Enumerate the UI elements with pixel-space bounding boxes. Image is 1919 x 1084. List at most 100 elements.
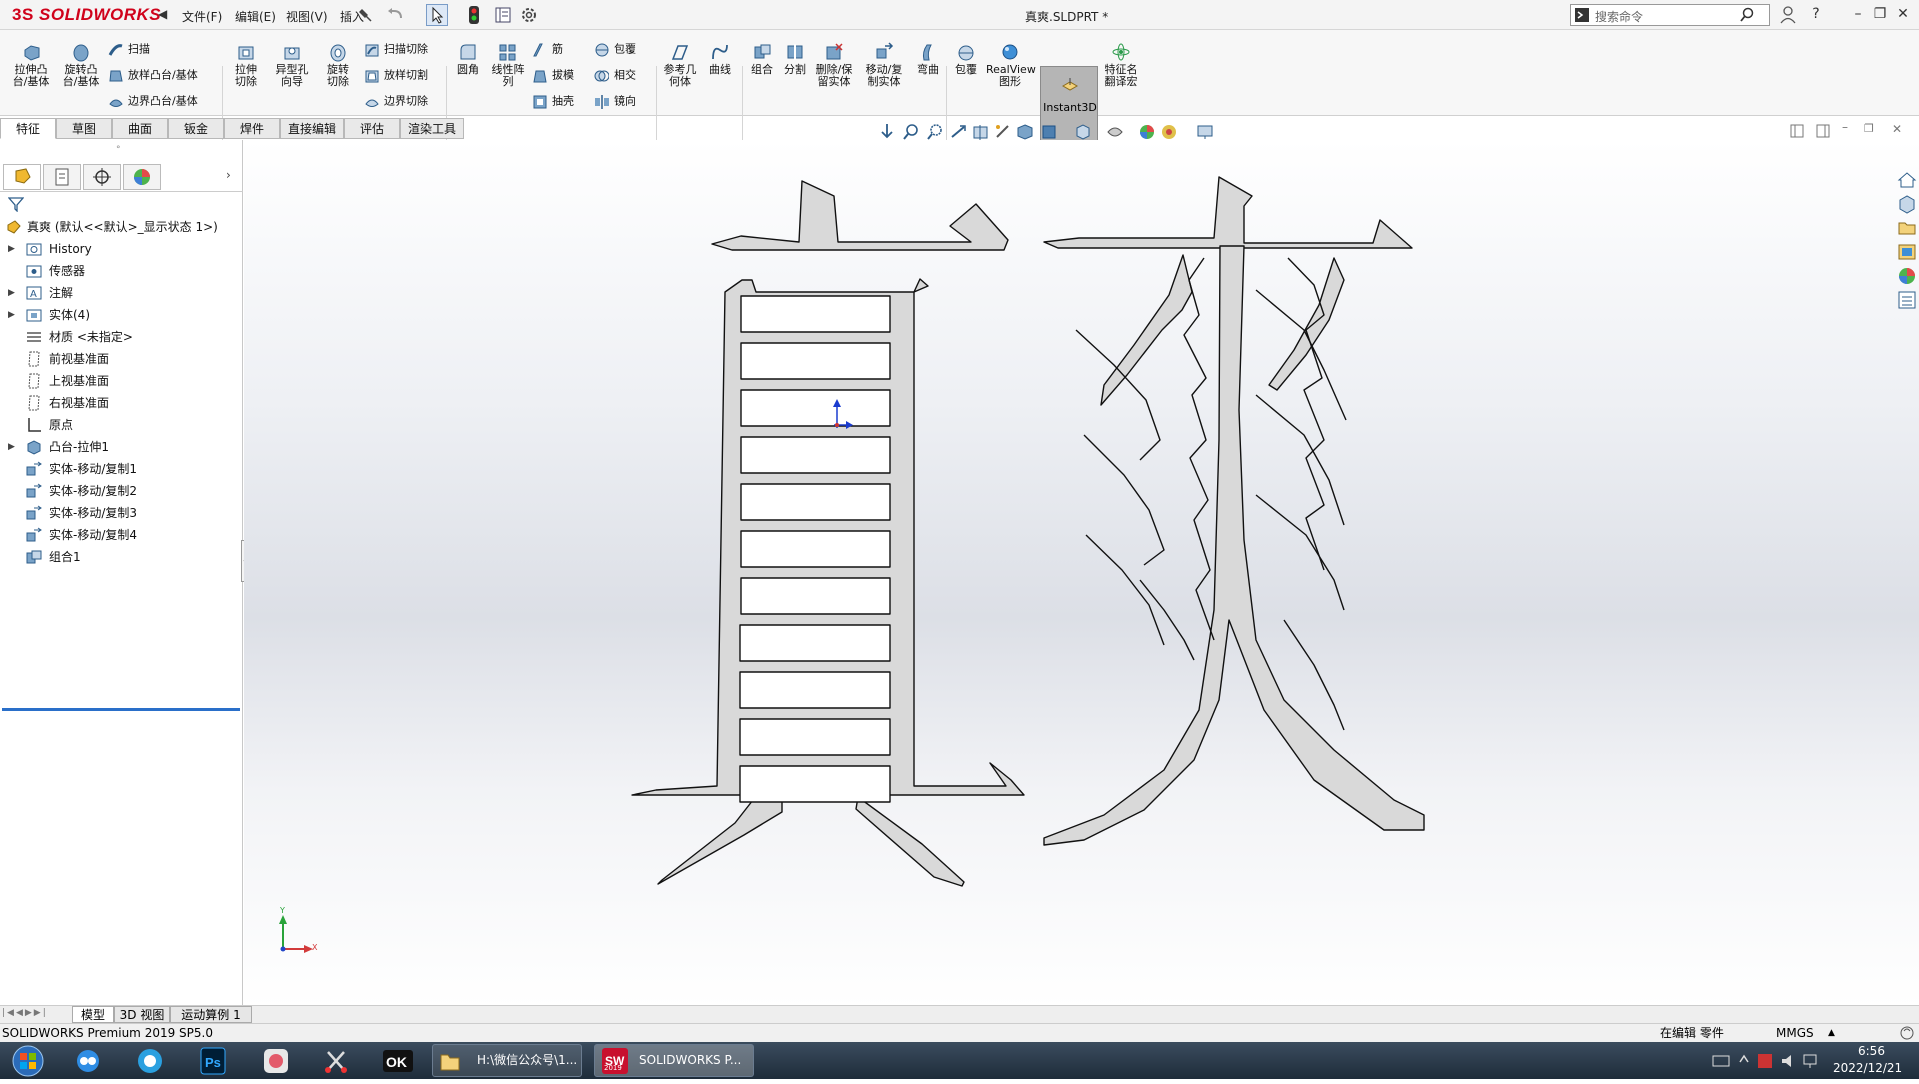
swept-cut-button[interactable]: 扫描切除 [364,42,428,57]
graphics-area[interactable]: Y X [244,140,1919,1008]
edit-appearance-icon[interactable] [1106,123,1124,141]
user-account-icon[interactable] [1780,6,1796,24]
rib-button[interactable]: 筋 [532,42,563,57]
linear-pattern-button[interactable]: 线性阵列 [488,42,528,88]
wrap-button[interactable]: 包覆 [594,42,636,57]
wrap-large-button[interactable]: 包覆 [950,42,982,76]
hole-wizard-button[interactable]: 异型孔向导 [270,42,314,88]
tree-item-origin[interactable]: 原点 [0,414,240,436]
tree-item-sensors[interactable]: 传感器 [0,260,240,282]
boundary-boss-button[interactable]: 边界凸台/基体 [108,94,198,109]
tab-scroll-arrows-icon[interactable]: |◀◀▶▶| [2,1008,48,1018]
tree-item-move-copy3[interactable]: 实体-移动/复制3 [0,502,240,524]
file-explorer-icon[interactable] [1897,218,1917,238]
panel-expand-arrow-icon[interactable]: › [226,168,231,182]
units-up-arrow-icon[interactable]: ▲ [1828,1024,1835,1042]
tab-surfaces[interactable]: 曲面 [112,118,168,139]
menu-edit[interactable]: 编辑(E) [235,8,276,25]
view-settings-icon[interactable] [1160,123,1178,141]
clock-date[interactable]: 2022/12/21 [1833,1061,1902,1075]
dynamic-annotation-icon[interactable] [994,123,1012,141]
tray-overflow-icon[interactable] [1738,1050,1750,1070]
shell-button[interactable]: 抽壳 [532,94,574,109]
zoom-to-area-icon[interactable] [926,123,944,141]
tab-sketch[interactable]: 草图 [56,118,112,139]
viewport-minimize-button[interactable]: – [1842,120,1848,134]
draft-button[interactable]: 拔模 [532,68,574,83]
tab-display-manager[interactable] [123,164,161,190]
restore-button[interactable]: ❐ [1870,4,1890,24]
viewport-close-button[interactable]: ✕ [1892,122,1902,136]
expand-arrow-icon[interactable]: ▶ [8,304,15,326]
viewport-tile-right-icon[interactable] [1816,124,1830,138]
glyph-shuang-model[interactable] [1043,176,1425,846]
tab-features[interactable]: 特征 [0,118,56,139]
boundary-cut-button[interactable]: 边界切除 [364,94,428,109]
help-icon[interactable]: ? [1806,4,1826,24]
panel-splitter-handle[interactable]: ° [116,145,121,155]
loft-boss-button[interactable]: 放样凸台/基体 [108,68,198,83]
view-orientation-cube-icon[interactable] [1016,123,1034,141]
previous-view-icon[interactable] [950,123,968,141]
photoshop-icon[interactable]: Ps [195,1046,231,1076]
select-button[interactable] [426,4,448,26]
volume-icon[interactable] [1780,1052,1798,1070]
revolve-cut-button[interactable]: 旋转切除 [318,42,358,88]
traffic-light-icon[interactable] [468,6,480,24]
tab-3d-views[interactable]: 3D 视图 [114,1006,170,1023]
minimize-button[interactable]: – [1848,4,1868,24]
tab-model[interactable]: 模型 [72,1006,114,1023]
tree-item-combine1[interactable]: 组合1 [0,546,240,568]
view-orientation-arrows-icon[interactable] [878,123,896,141]
realview-button[interactable]: RealView 图形 [986,42,1036,88]
curves-button[interactable]: 曲线 [702,42,738,76]
viewport-tile-left-icon[interactable] [1790,124,1804,138]
combine-button[interactable]: 组合 [744,42,780,76]
tree-item-front-plane[interactable]: 前视基准面 [0,348,240,370]
file-properties-icon[interactable] [494,6,512,24]
snipping-tool-icon[interactable] [318,1046,354,1076]
tab-direct-editing[interactable]: 直接编辑 [280,118,344,139]
tree-item-move-copy1[interactable]: 实体-移动/复制1 [0,458,240,480]
view-palette-icon[interactable] [1897,242,1917,262]
tab-motion-study-1[interactable]: 运动算例 1 [170,1006,252,1023]
status-help-icon[interactable] [1900,1026,1914,1040]
search-commands-input[interactable]: 搜索命令 [1570,4,1770,26]
ok-record-icon[interactable]: OK [380,1046,416,1076]
tab-property-manager[interactable] [43,164,81,190]
filter-icon[interactable] [8,196,24,212]
appearances-icon[interactable] [1897,266,1917,286]
extrude-cut-button[interactable]: 拉伸切除 [226,42,266,88]
monitor-display-icon[interactable] [1196,123,1214,141]
move-copy-body-button[interactable]: 移动/复制实体 [862,42,906,88]
viewport-restore-button[interactable]: ❐ [1864,122,1874,135]
tree-item-right-plane[interactable]: 右视基准面 [0,392,240,414]
fillet-button[interactable]: 圆角 [450,42,486,76]
apply-scene-icon[interactable] [1138,123,1156,141]
start-button-icon[interactable] [6,1043,50,1078]
lofted-cut-button[interactable]: 放样切割 [364,68,428,83]
sweep-button[interactable]: 扫描 [108,42,150,57]
intersect-button[interactable]: 相交 [594,68,636,83]
keyboard-tray-icon[interactable] [1712,1052,1730,1068]
feature-name-translate-button[interactable]: 特征名翻译宏 [1100,42,1142,88]
custom-properties-icon[interactable] [1897,290,1917,310]
tree-item-move-copy4[interactable]: 实体-移动/复制4 [0,524,240,546]
rollback-bar[interactable] [2,708,240,711]
tree-root-part[interactable]: 真爽 (默认<<默认>_显示状态 1>) [0,216,240,238]
browser-icon[interactable] [132,1046,168,1076]
glyph-zhen-model[interactable] [631,180,1025,887]
baidu-netdisk-icon[interactable] [70,1046,106,1076]
menu-collapse-arrow-icon[interactable]: ◀ [158,7,167,21]
section-view-icon[interactable] [972,123,990,141]
reference-geometry-button[interactable]: 参考几何体 [660,42,700,88]
taskbar-solidworks-window[interactable]: SW 2019 SOLIDWORKS P... [594,1044,754,1077]
revolve-boss-button[interactable]: 旋转凸台/基体 [60,42,102,88]
tab-configuration-manager[interactable] [83,164,121,190]
flex-button[interactable]: 弯曲 [912,42,944,76]
tab-weldments[interactable]: 焊件 [224,118,280,139]
menu-view[interactable]: 视图(V) [286,8,328,25]
tree-item-annotations[interactable]: ▶ A 注解 [0,282,240,304]
security-tray-icon[interactable] [1756,1052,1774,1070]
pin-icon[interactable] [356,6,376,24]
